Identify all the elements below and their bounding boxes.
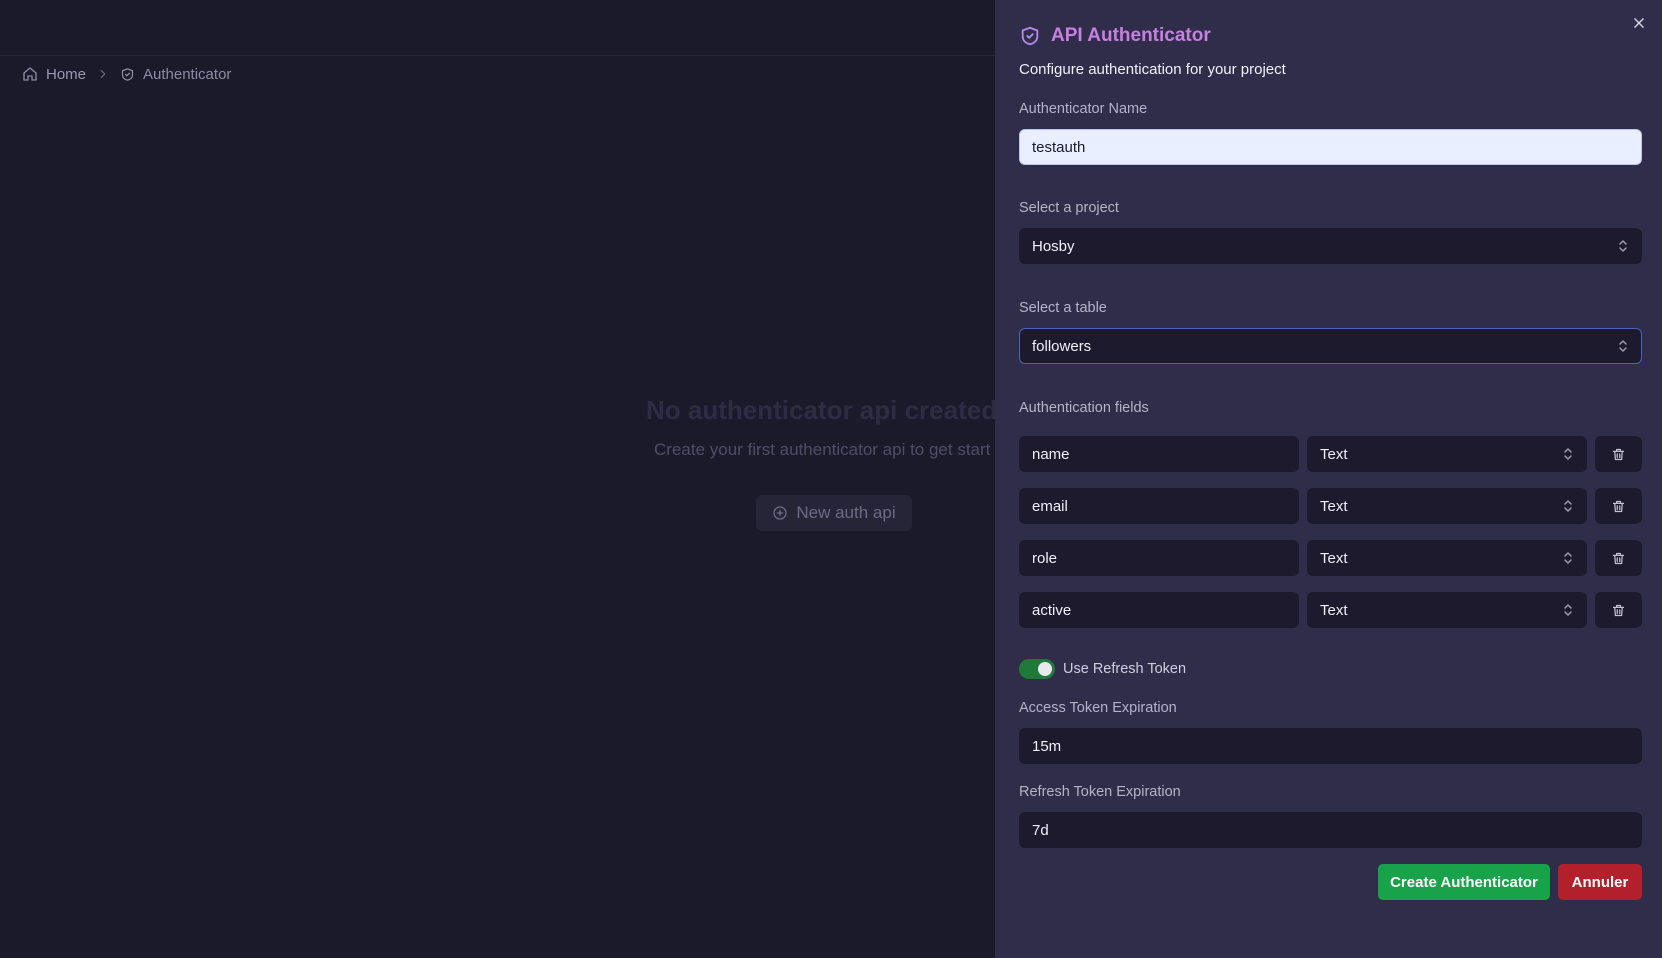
delete-field-button[interactable] [1595, 488, 1642, 524]
refresh-token-toggle-label: Use Refresh Token [1063, 661, 1187, 677]
auth-field-row: role Text [1019, 540, 1642, 576]
field-name-input[interactable]: email [1019, 488, 1299, 524]
field-name-value: email [1032, 497, 1068, 515]
breadcrumb-current: Authenticator [120, 66, 231, 83]
field-name-value: name [1032, 445, 1070, 463]
refresh-expiration-input[interactable]: 7d [1019, 812, 1642, 848]
trash-icon [1612, 448, 1625, 460]
access-expiration-label: Access Token Expiration [1019, 700, 1177, 716]
trash-icon [1612, 500, 1625, 512]
chevron-up-down-icon [1562, 603, 1574, 617]
auth-fields-label: Authentication fields [1019, 400, 1149, 416]
table-label: Select a table [1019, 300, 1107, 316]
chevron-up-down-icon [1617, 239, 1629, 253]
delete-field-button[interactable] [1595, 592, 1642, 628]
field-name-input[interactable]: active [1019, 592, 1299, 628]
delete-field-button[interactable] [1595, 436, 1642, 472]
toggle-knob [1038, 662, 1052, 676]
authenticator-name-input[interactable]: testauth [1019, 129, 1642, 165]
panel-subtitle: Configure authentication for your projec… [1019, 61, 1286, 78]
refresh-token-toggle[interactable] [1019, 659, 1055, 679]
table-select-value: followers [1032, 337, 1092, 355]
empty-state-title: No authenticator api created y [646, 395, 1019, 425]
field-name-value: active [1032, 601, 1072, 619]
chevron-up-down-icon [1562, 499, 1574, 513]
auth-field-row: name Text [1019, 436, 1642, 472]
refresh-token-toggle-row: Use Refresh Token [1019, 659, 1186, 679]
field-name-input[interactable]: name [1019, 436, 1299, 472]
field-name-input[interactable]: role [1019, 540, 1299, 576]
field-type-select[interactable]: Text [1307, 592, 1587, 628]
authenticator-name-value: testauth [1032, 138, 1086, 156]
home-icon [23, 67, 37, 81]
project-label: Select a project [1019, 200, 1119, 216]
breadcrumb-current-label: Authenticator [143, 65, 232, 83]
auth-field-row: active Text [1019, 592, 1642, 628]
access-expiration-value: 15m [1032, 737, 1062, 755]
table-select[interactable]: followers [1019, 328, 1642, 364]
cancel-button[interactable]: Annuler [1558, 864, 1642, 900]
shield-check-icon [1021, 26, 1039, 46]
field-name-value: role [1032, 549, 1058, 567]
field-type-value: Text [1320, 497, 1348, 515]
field-type-select[interactable]: Text [1307, 540, 1587, 576]
authenticator-panel: API Authenticator Configure authenticati… [995, 0, 1662, 958]
delete-field-button[interactable] [1595, 540, 1642, 576]
chevron-up-down-icon [1617, 339, 1629, 353]
breadcrumb: Home Authenticator [22, 62, 231, 86]
empty-state-subtitle: Create your first authenticator api to g… [654, 440, 991, 459]
trash-icon [1612, 604, 1625, 616]
field-type-value: Text [1320, 445, 1348, 463]
chevron-up-down-icon [1562, 551, 1574, 565]
chevron-up-down-icon [1562, 447, 1574, 461]
auth-field-row: email Text [1019, 488, 1642, 524]
breadcrumb-home[interactable]: Home [22, 66, 86, 83]
field-type-value: Text [1320, 549, 1348, 567]
project-select-value: Hosby [1032, 237, 1075, 255]
project-select[interactable]: Hosby [1019, 228, 1642, 264]
refresh-expiration-label: Refresh Token Expiration [1019, 784, 1181, 800]
panel-header: API Authenticator [1019, 25, 1211, 47]
panel-title: API Authenticator [1051, 25, 1211, 46]
breadcrumb-home-label[interactable]: Home [46, 66, 86, 83]
top-bar [0, 0, 995, 56]
field-type-value: Text [1320, 601, 1348, 619]
create-authenticator-button[interactable]: Create Authenticator [1378, 864, 1550, 900]
field-type-select[interactable]: Text [1307, 436, 1587, 472]
shield-icon [121, 67, 134, 81]
close-button[interactable] [1630, 14, 1648, 32]
chevron-right-icon [100, 69, 106, 79]
authenticator-name-label: Authenticator Name [1019, 101, 1148, 117]
access-expiration-input[interactable]: 15m [1019, 728, 1642, 764]
trash-icon [1612, 552, 1625, 564]
refresh-expiration-value: 7d [1032, 821, 1049, 839]
field-type-select[interactable]: Text [1307, 488, 1587, 524]
plus-circle-icon [773, 506, 788, 520]
new-auth-api-label: New auth api [796, 503, 896, 522]
close-icon [1634, 18, 1644, 28]
new-auth-api-button[interactable]: New auth api [756, 495, 912, 531]
